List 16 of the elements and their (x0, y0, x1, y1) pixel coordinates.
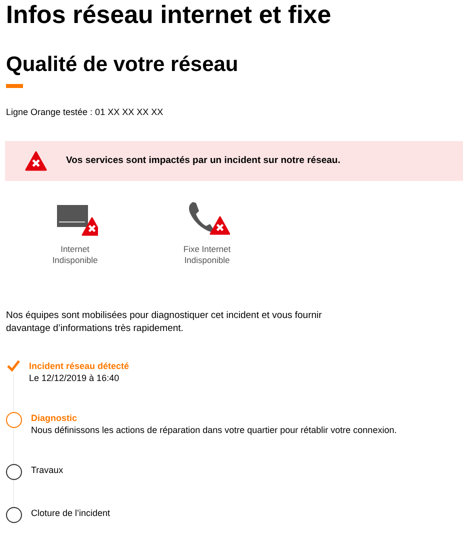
tested-line: Ligne Orange testée : 01 XX XX XX XX (5, 106, 164, 118)
section-title: Qualité de votre réseau (5, 52, 240, 78)
service-status-label: Indisponible (184, 255, 230, 266)
intro-text: Nos équipes sont mobilisées pour diagnostiquer cet incident et vous fournir davantage d’informations très rapidement. (5, 309, 323, 335)
step-title: Diagnostic (31, 412, 78, 424)
alert-message: Vos services sont impactés par un incident sur notre réseau. (66, 154, 340, 168)
step-title: Cloture de l’incident (31, 507, 110, 519)
step-title: Incident réseau détecté (29, 360, 130, 372)
service-status-label: Indisponible (52, 255, 98, 266)
warning-icon (25, 151, 47, 171)
step-detail: Le 12/12/2019 à 16:40 (29, 372, 120, 384)
service-status-label: Internet (60, 244, 90, 255)
step-detail: Nous définissons les actions de réparation dans votre quartier pour rétablir votre connexion. (31, 424, 397, 436)
page-title: Infos réseau internet et fixe (5, 0, 332, 30)
service-status-label: Fixe Internet (183, 244, 231, 255)
step-title: Travaux (31, 464, 64, 476)
